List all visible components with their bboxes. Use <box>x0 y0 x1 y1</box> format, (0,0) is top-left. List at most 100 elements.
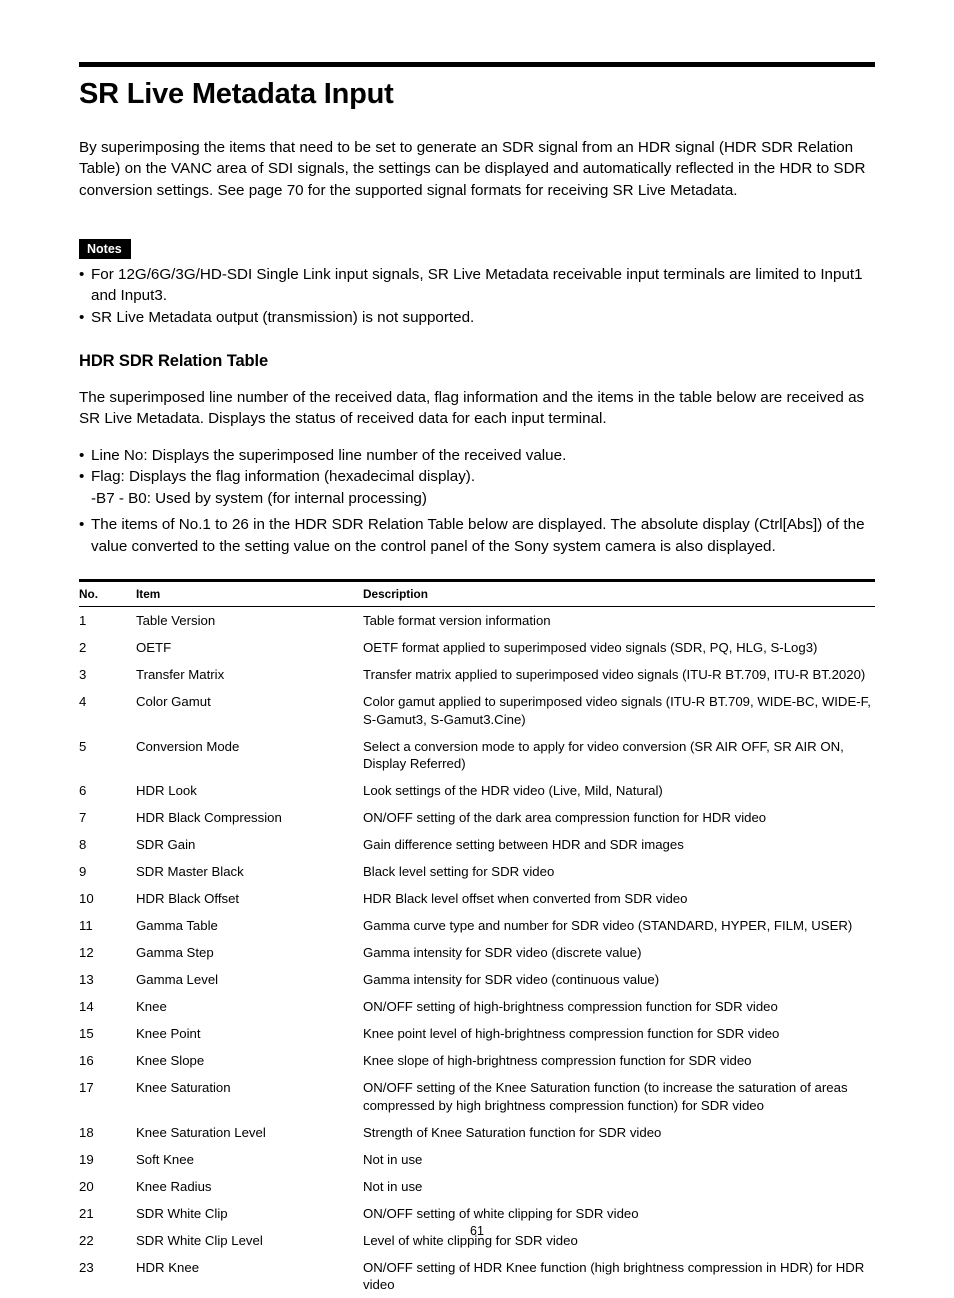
table-row: 6 HDR Look Look settings of the HDR video … <box>79 777 883 804</box>
cell-item: HDR Look <box>136 783 197 799</box>
cell-no: 20 <box>79 1178 94 1194</box>
section-body-paragraph: The superimposed line number of the rece… <box>79 388 865 428</box>
cell-no: 1 <box>79 613 87 629</box>
title-rule-divider <box>79 62 875 67</box>
table-row: 23 HDR Knee ON/OFF setting of HDR Knee fun… <box>79 1253 883 1297</box>
table-row: 11 Gamma Table Gamma curve type and number… <box>79 912 883 939</box>
cell-item: OETF <box>136 640 172 656</box>
cell-description: Color gamut applied to superimposed vide… <box>363 694 871 727</box>
section-heading-hdr-sdr-relation-table: HDR SDR Relation Table <box>79 352 269 371</box>
notes-badge: Notes <box>79 238 131 259</box>
bullet-icon: • <box>79 265 85 283</box>
cell-description: Not in use <box>363 1178 423 1194</box>
cell-no: 23 <box>79 1259 94 1275</box>
table-body: 1 Table Version Table format version infor… <box>79 607 883 1298</box>
relation-table: No. Item Description <box>79 582 883 606</box>
list-item: • Flag: Displays the flag information (h… <box>79 466 875 488</box>
table-row: 14 Knee ON/OFF setting of high-brightness … <box>79 993 883 1020</box>
cell-no: 10 <box>79 891 94 907</box>
bullet-icon: • <box>79 468 85 486</box>
cell-item: HDR Knee <box>136 1259 200 1275</box>
column-header-item: Item <box>136 587 161 602</box>
column-header-description: Description <box>363 587 428 602</box>
bullet-icon: • <box>79 308 85 326</box>
list-item-text: Line No: Displays the superimposed line … <box>91 446 567 464</box>
table-row: 8 SDR Gain Gain difference setting between… <box>79 831 883 858</box>
relation-table-body: 1 Table Version Table format version infor… <box>79 607 883 1298</box>
table-row: 4 Color Gamut Color gamut applied to super… <box>79 688 883 732</box>
cell-description: Gamma curve type and number for SDR vide… <box>363 918 853 934</box>
cell-item: Knee <box>136 999 167 1015</box>
cell-description: ON/OFF setting of the Knee Saturation fu… <box>363 1080 848 1113</box>
cell-item: Conversion Mode <box>136 738 240 754</box>
table-row: 19 Soft Knee Not in use <box>79 1146 883 1173</box>
cell-no: 2 <box>79 640 87 656</box>
table-header: No. Item Description <box>79 582 883 606</box>
list-item-text: The items of No.1 to 26 in the HDR SDR R… <box>91 516 865 555</box>
list-item: • SR Live Metadata output (transmission)… <box>79 307 875 329</box>
list-item: • The items of No.1 to 26 in the HDR SDR… <box>79 514 875 557</box>
column-header-no: No. <box>79 587 99 602</box>
page-number: 61 <box>470 1224 484 1238</box>
cell-item: SDR Gain <box>136 837 196 853</box>
table-row: 13 Gamma Level Gamma intensity for SDR vid… <box>79 966 883 993</box>
table-row: 9 SDR Master Black Black level setting for… <box>79 858 883 885</box>
table-row: 20 Knee Radius Not in use <box>79 1173 883 1200</box>
cell-description: Strength of Knee Saturation function for… <box>363 1124 662 1140</box>
table-row: 1 Table Version Table format version infor… <box>79 607 883 634</box>
cell-item: Table Version <box>136 613 216 629</box>
cell-description: HDR Black level offset when converted fr… <box>363 891 688 907</box>
cell-item: SDR Master Black <box>136 864 244 880</box>
cell-item: Soft Knee <box>136 1151 194 1167</box>
table-row: 10 HDR Black Offset HDR Black level offset… <box>79 885 883 912</box>
cell-description: Knee point level of high-brightness comp… <box>363 1026 780 1042</box>
cell-no: 18 <box>79 1124 94 1140</box>
section-bullet-list-continued: • The items of No.1 to 26 in the HDR SDR… <box>79 514 875 557</box>
cell-no: 13 <box>79 972 94 988</box>
list-item-text: For 12G/6G/3G/HD-SDI Single Link input s… <box>91 265 863 305</box>
cell-no: 14 <box>79 999 94 1015</box>
cell-item: HDR Black Offset <box>136 891 240 907</box>
cell-item: Knee Radius <box>136 1178 212 1194</box>
cell-no: 15 <box>79 1026 94 1042</box>
table-row: 12 Gamma Step Gamma intensity for SDR vide… <box>79 939 883 966</box>
page-title: SR Live Metadata Input <box>79 78 394 110</box>
flag-subline: -B7 - B0: Used by system (for internal p… <box>91 489 427 507</box>
cell-no: 16 <box>79 1053 94 1069</box>
cell-item: Knee Saturation Level <box>136 1124 266 1140</box>
cell-item: Knee Saturation <box>136 1080 231 1096</box>
cell-no: 11 <box>79 918 93 934</box>
cell-item: SDR White Clip <box>136 1205 228 1221</box>
table-row: 17 Knee Saturation ON/OFF setting of the K… <box>79 1074 883 1118</box>
bullet-icon: • <box>79 446 85 464</box>
table-row: 5 Conversion Mode Select a conversion mode… <box>79 733 883 777</box>
bullet-icon: • <box>79 516 85 534</box>
cell-description: Gain difference setting between HDR and … <box>363 837 684 853</box>
list-item: • For 12G/6G/3G/HD-SDI Single Link input… <box>79 264 875 307</box>
cell-description: ON/OFF setting of HDR Knee function (hig… <box>363 1259 865 1293</box>
cell-item: Transfer Matrix <box>136 667 225 683</box>
cell-item: HDR Black Compression <box>136 810 282 826</box>
cell-item: Knee Slope <box>136 1053 205 1069</box>
notes-list: • For 12G/6G/3G/HD-SDI Single Link input… <box>79 264 875 329</box>
list-item-text: Flag: Displays the flag information (hex… <box>91 468 476 486</box>
page-content: SR Live Metadata Input By superimposing … <box>79 62 875 1298</box>
cell-description: Not in use <box>363 1151 423 1167</box>
list-item-text: SR Live Metadata output (transmission) i… <box>91 308 475 326</box>
table-header-row: No. Item Description <box>79 582 883 606</box>
cell-description: Knee slope of high-brightness compressio… <box>363 1053 752 1069</box>
cell-no: 12 <box>79 945 94 961</box>
table-row: 3 Transfer Matrix Transfer matrix applied … <box>79 661 883 688</box>
document-page: SR Live Metadata Input By superimposing … <box>0 0 954 1292</box>
cell-no: 9 <box>79 864 87 880</box>
cell-no: 5 <box>79 738 87 754</box>
intro-paragraph: By superimposing the items that need to … <box>79 138 866 199</box>
hdr-sdr-relation-table: No. Item Description 1 Table Version Table… <box>79 579 875 1298</box>
cell-item: Gamma Table <box>136 918 218 934</box>
table-row: 18 Knee Saturation Level Strength of Knee … <box>79 1119 883 1146</box>
cell-item: Gamma Level <box>136 972 219 988</box>
cell-no: 7 <box>79 810 87 826</box>
cell-no: 6 <box>79 783 87 799</box>
cell-no: 4 <box>79 694 87 710</box>
table-row: 15 Knee Point Knee point level of high-bri… <box>79 1020 883 1047</box>
